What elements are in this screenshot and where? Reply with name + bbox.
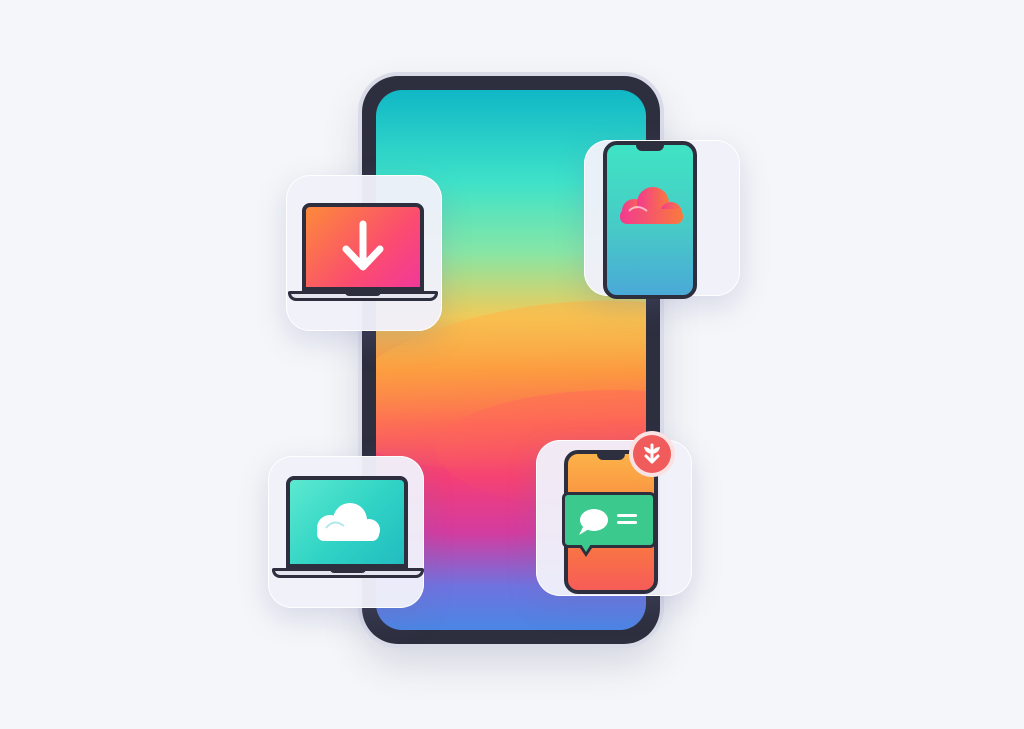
cloud-icon — [317, 503, 380, 541]
laptop-base — [272, 568, 424, 578]
laptop-screen — [302, 203, 424, 291]
sprout-icon — [644, 443, 660, 464]
notification-badge — [633, 435, 671, 473]
laptop-cloud-card — [268, 456, 424, 608]
laptop-base — [288, 291, 438, 301]
laptop-download-card — [286, 175, 442, 331]
phone-cloud-card — [584, 140, 740, 299]
device-sync-illustration — [0, 0, 1024, 729]
mini-phone — [603, 141, 697, 299]
download-arrow-icon — [342, 220, 384, 271]
chat-bubble-icon — [562, 492, 656, 548]
cloud-icon — [620, 187, 683, 224]
laptop-screen — [286, 476, 408, 568]
